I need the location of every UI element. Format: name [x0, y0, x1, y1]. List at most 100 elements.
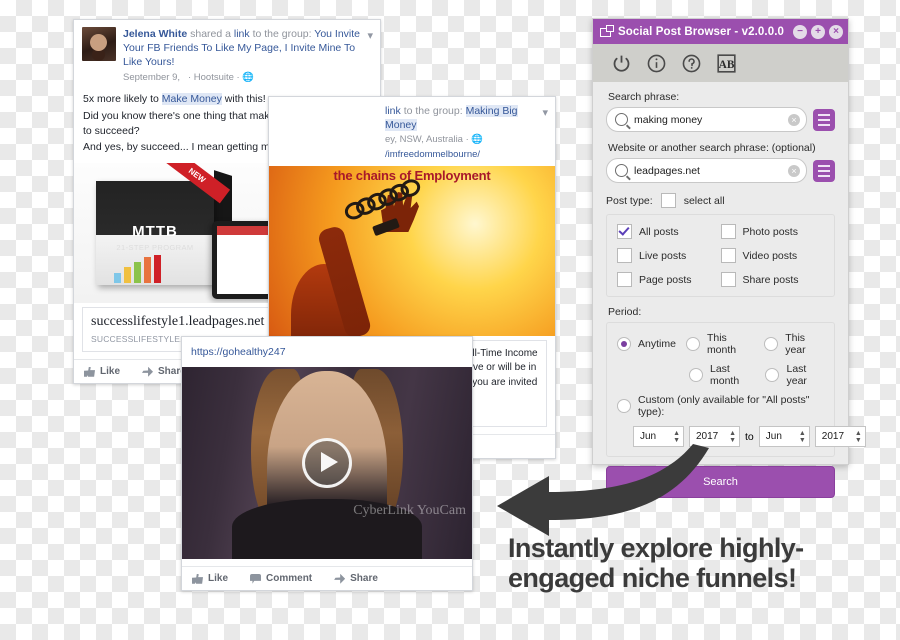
like-button[interactable]: Like	[192, 573, 228, 584]
comment-icon	[250, 573, 262, 584]
minimize-button[interactable]: −	[793, 24, 807, 39]
to-month-value: Jun	[765, 431, 782, 442]
checkbox-photo-posts[interactable]: Photo posts	[720, 224, 825, 239]
like-icon	[192, 573, 203, 584]
radio-label: This month	[706, 332, 737, 356]
period-row-2: Last month Last year	[617, 363, 824, 387]
help-icon[interactable]	[681, 53, 702, 74]
website-phrase-row: leadpages.net ×	[606, 158, 835, 183]
maximize-button[interactable]: +	[811, 24, 825, 39]
radio-last-month[interactable]: Last month	[689, 363, 755, 387]
radio-label: Last year	[786, 363, 807, 387]
radio-dot	[617, 399, 631, 413]
period-label: Period:	[608, 306, 642, 318]
post-link-word[interactable]: link	[234, 28, 250, 40]
checkbox-video-posts[interactable]: Video posts	[720, 248, 825, 263]
post-url[interactable]: https://gohealthy247	[191, 345, 463, 360]
share-button[interactable]: Share	[334, 573, 378, 584]
radio-this-year[interactable]: This year	[764, 332, 814, 356]
radio-this-month[interactable]: This month	[685, 332, 754, 356]
clear-website-icon[interactable]: ×	[788, 164, 800, 177]
search-history-button[interactable]	[813, 108, 835, 131]
checkbox-label: Video posts	[742, 249, 798, 262]
checkbox-page-posts[interactable]: Page posts	[617, 272, 721, 287]
checkbox-box	[617, 224, 632, 239]
title-bar[interactable]: Social Post Browser - v2.0.0.0 − + ×	[593, 19, 848, 44]
to-word: to	[745, 430, 754, 443]
post-source[interactable]: Hootsuite	[194, 72, 234, 83]
period-row-1: Anytime This month This year	[617, 332, 824, 356]
info-icon[interactable]	[646, 53, 667, 74]
radio-label: Last month	[710, 363, 740, 387]
clear-search-icon[interactable]: ×	[788, 113, 800, 126]
like-button[interactable]: Like	[84, 366, 120, 377]
radio-label: This year	[785, 332, 806, 356]
post-meta: link link to the group: to the group: Ma…	[277, 104, 547, 162]
chevron-down-icon[interactable]: ▾	[542, 106, 548, 119]
search-input[interactable]: making money ×	[606, 107, 807, 132]
post-action: shared a	[190, 28, 234, 40]
chevron-down-icon[interactable]: ▾	[367, 29, 373, 42]
checkbox-box	[720, 248, 736, 263]
post-url-row: https://gohealthy247	[182, 337, 472, 367]
checkbox-share-posts[interactable]: Share posts	[720, 272, 825, 287]
post-author[interactable]: Jelena White	[123, 28, 187, 40]
globe-icon: 🌐	[242, 71, 255, 83]
post-type-label: Post type:	[606, 194, 653, 207]
post-link-word[interactable]: link	[385, 105, 401, 117]
window-title: Social Post Browser - v2.0.0.0	[618, 25, 784, 38]
search-panel: Search phrase: making money × Website or…	[593, 82, 866, 457]
comment-button[interactable]: Comment	[250, 573, 312, 584]
checkbox-box	[720, 272, 736, 287]
to-year-value: 2017	[821, 431, 845, 442]
post-header: link link to the group: to the group: Ma…	[269, 97, 555, 166]
close-button[interactable]: ×	[829, 24, 843, 39]
website-input-value: leadpages.net	[634, 164, 700, 177]
post-video-thumbnail[interactable]: CyberLink YouCam	[182, 367, 472, 560]
post-meta: Jelena White shared a link to the group:…	[123, 27, 372, 84]
checkbox-box	[617, 272, 632, 287]
checkbox-live-posts[interactable]: Live posts	[617, 248, 721, 263]
post-body-highlight: Make Money	[161, 92, 222, 105]
checkbox-box	[617, 248, 632, 263]
post-to-group: to the group:	[252, 28, 312, 40]
share-button[interactable]: Share	[142, 366, 186, 377]
like-icon	[84, 366, 95, 377]
radio-anytime[interactable]: Anytime	[617, 337, 676, 351]
checkbox-label: All posts	[639, 225, 679, 238]
facebook-post-card-3[interactable]: https://gohealthy247 CyberLink YouCam Li…	[181, 336, 473, 592]
checkbox-label: Live posts	[639, 249, 687, 262]
post-timestamp: September 9, · Hootsuite · 🌐	[123, 71, 255, 83]
period-group: Anytime This month This year Last month …	[606, 322, 866, 457]
tagline-text: Instantly explore highly-engaged niche f…	[508, 533, 804, 594]
post-image-freedom[interactable]: the chains of Employment	[269, 165, 555, 336]
radio-dot	[617, 337, 631, 351]
curved-arrow-icon	[497, 444, 709, 536]
radio-label: Custom (only available for "All posts" t…	[638, 394, 810, 418]
play-button-icon[interactable]	[302, 438, 352, 489]
radio-dot	[765, 368, 780, 382]
radio-last-year[interactable]: Last year	[765, 363, 814, 387]
post-url[interactable]: /imfreedommelbourne/	[385, 149, 547, 162]
post-date: September 9,	[123, 71, 181, 83]
radio-custom[interactable]: Custom (only available for "All posts" t…	[617, 394, 824, 418]
post-type-group: All posts Photo posts Live posts Video p…	[606, 214, 835, 297]
website-phrase-label: Website or another search phrase: (optio…	[608, 142, 816, 154]
globe-icon: 🌐	[471, 134, 484, 146]
website-input[interactable]: leadpages.net ×	[606, 158, 807, 183]
to-year-stepper[interactable]: 2017 ▲ ▼	[814, 426, 866, 447]
toolbar: AB	[593, 44, 848, 82]
select-all-label: select all	[683, 194, 725, 207]
checkbox-all-posts[interactable]: All posts	[617, 224, 721, 239]
font-ab-icon[interactable]: AB	[716, 53, 737, 74]
svg-text:AB: AB	[719, 58, 735, 70]
search-phrase-row: making money ×	[606, 107, 835, 132]
power-icon[interactable]	[611, 53, 632, 74]
to-month-stepper[interactable]: Jun ▲ ▼	[758, 426, 810, 447]
share-icon	[142, 366, 154, 377]
select-all-checkbox[interactable]	[660, 193, 676, 208]
checkbox-label: Page posts	[639, 273, 692, 286]
website-history-button[interactable]	[813, 159, 835, 182]
app-icon	[600, 25, 614, 38]
social-post-browser-window[interactable]: Social Post Browser - v2.0.0.0 − + × AB …	[592, 18, 866, 498]
